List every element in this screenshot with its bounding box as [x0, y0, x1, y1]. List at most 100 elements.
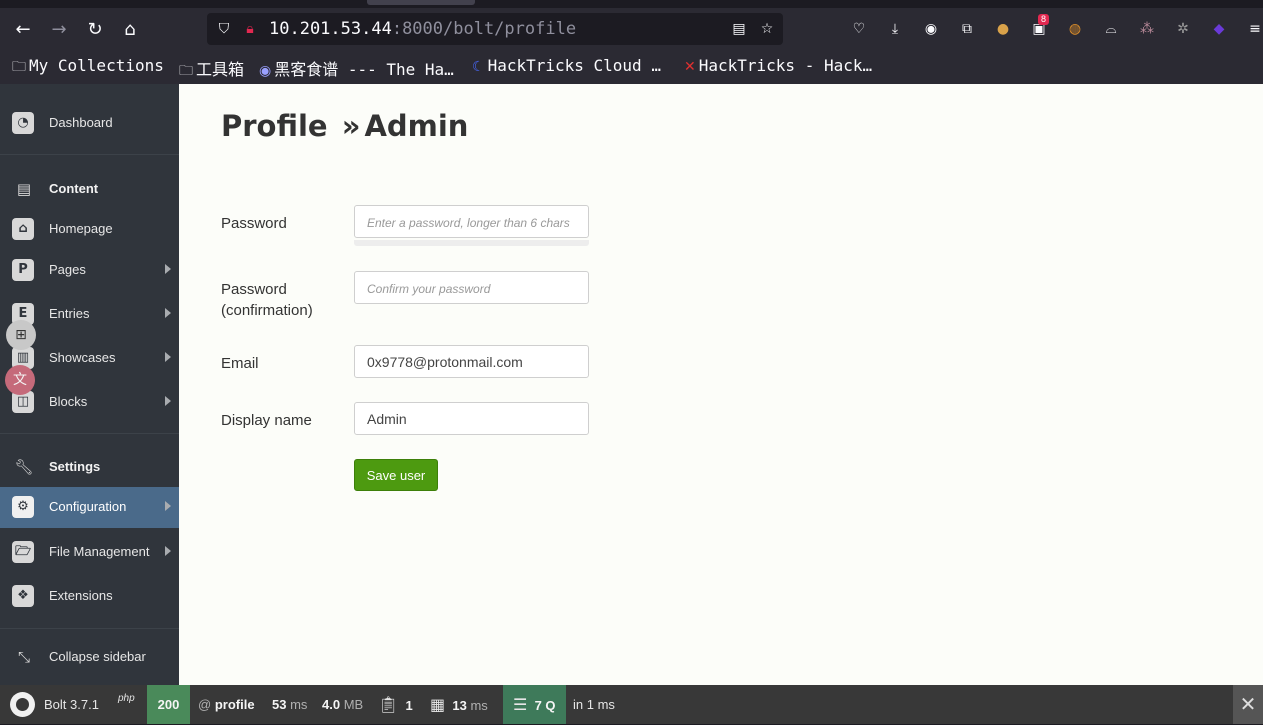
sidebar-item-extensions[interactable]: ❖ Extensions [0, 576, 179, 616]
document-icon: ▤ [16, 180, 32, 198]
sidebar-item-label: Content [49, 181, 99, 196]
email-field[interactable] [354, 345, 589, 378]
folder-icon: 🗀 [12, 59, 26, 75]
close-icon[interactable]: ✕ [1233, 685, 1263, 724]
bookmark-star-icon[interactable]: ☆ [758, 20, 776, 38]
translate-icon[interactable]: 文 [5, 365, 35, 395]
reload-icon[interactable]: ↻ [83, 18, 107, 42]
bookmark-item[interactable]: ◉ 黑客食谱 --- The Ha… [259, 56, 454, 80]
extension-cube-icon[interactable]: ◆ [1209, 19, 1229, 39]
caret-right-icon[interactable] [165, 396, 171, 406]
password-label: Password [221, 215, 287, 232]
cogs-icon: ⚙ [12, 496, 34, 518]
extension-wappalyzer-icon[interactable]: ◍ [1065, 19, 1085, 39]
caret-right-icon[interactable] [165, 352, 171, 362]
password-confirm-label: Password (confirmation) [221, 281, 313, 319]
active-tab[interactable] [367, 0, 475, 5]
caret-right-icon[interactable] [165, 501, 171, 511]
password-confirm-field[interactable] [354, 271, 589, 304]
home-icon[interactable]: ⌂ [118, 18, 142, 42]
extensions-icon[interactable]: ⧉ [957, 19, 977, 39]
sidebar-item-label: File Management [49, 544, 150, 559]
bookmark-item[interactable]: ✕ HackTricks - Hack… [684, 56, 872, 75]
debug-toolbar: Bolt 3.7.1 php 200 @ profile 53 ms 4.0 M… [0, 685, 1263, 724]
reader-view-icon[interactable]: ▤ [730, 20, 748, 38]
page-title: Profile » Admin [221, 109, 469, 143]
bookmark-item[interactable]: 🗀 My Collections [12, 56, 164, 80]
quick-actions-icon[interactable]: ⊞ [6, 320, 36, 350]
browser-toolbar: ← → ↻ ⌂ ⛉ 🔒︎ 10.201.53.44:8000/bolt/prof… [0, 0, 1263, 84]
sidebar-item-collapse[interactable]: ⤡ Collapse sidebar [0, 637, 179, 677]
url-text[interactable]: 10.201.53.44:8000/bolt/profile [269, 19, 576, 39]
php-icon[interactable]: php [118, 679, 135, 718]
sidebar-item-pages[interactable]: P Pages [0, 250, 179, 290]
render-panel[interactable]: ▦ 13 ms [430, 685, 488, 724]
cubes-icon: ❖ [12, 585, 34, 607]
shield-icon[interactable]: ⛉ [215, 20, 233, 38]
sidebar-item-label: Showcases [49, 350, 116, 365]
caret-right-icon[interactable] [165, 264, 171, 274]
forward-icon[interactable]: → [47, 18, 71, 42]
folder-open-icon: 🗁 [12, 541, 34, 563]
sidebar-item-label: Configuration [49, 499, 127, 514]
display-name-field[interactable] [354, 402, 589, 435]
save-user-button[interactable]: Save user [354, 459, 438, 491]
status-badge[interactable]: 200 [147, 685, 190, 724]
query-time: in 1 ms [573, 697, 615, 712]
divider [0, 628, 179, 629]
sidebar-item-label: Entries [49, 306, 90, 321]
sidebar-item-settings[interactable]: 🔧︎ Settings [0, 447, 179, 487]
password-field[interactable] [354, 205, 589, 238]
site-icon: ◉ [259, 63, 272, 79]
sidebar-item-dashboard[interactable]: ◔ Dashboard [0, 103, 179, 143]
divider [0, 433, 179, 434]
extension-bubbles-icon[interactable]: ⁂ [1137, 19, 1157, 39]
sidebar-item-configuration[interactable]: ⚙ Configuration [0, 487, 179, 528]
clipboard-icon: 📋︎ [378, 695, 399, 714]
sidebar-item-label: Collapse sidebar [49, 649, 146, 664]
sidebar-item-label: Settings [49, 459, 101, 474]
wrench-icon: 🔧︎ [14, 458, 34, 476]
account-icon[interactable]: ◉ [921, 19, 941, 39]
caret-right-icon[interactable] [165, 546, 171, 556]
sidebar-item-label: Homepage [49, 221, 113, 236]
bookmark-item[interactable]: ☾ HackTricks Cloud … [472, 56, 661, 75]
cookie-icon[interactable]: ● [993, 19, 1013, 39]
bolt-version[interactable]: Bolt 3.7.1 [44, 685, 99, 724]
sidebar-item-content[interactable]: ▤ Content [0, 169, 179, 209]
menu-icon[interactable]: ≡ [1245, 19, 1263, 39]
download-icon[interactable]: ⤓ [885, 19, 905, 39]
url-bar[interactable]: ⛉ 🔒︎ 10.201.53.44:8000/bolt/profile ▤ ☆ [207, 13, 783, 45]
caret-right-icon[interactable] [165, 308, 171, 318]
sidebar-item-label: Pages [49, 262, 86, 277]
sidebar-item-label: Blocks [49, 394, 88, 409]
tab-strip [0, 0, 1263, 8]
main-content: Profile » Admin Password Password (confirm… [179, 84, 1263, 685]
extension-bug-icon[interactable]: ✲ [1173, 19, 1193, 39]
memory-panel[interactable]: 4.0 MB [322, 685, 363, 724]
insecure-lock-icon[interactable]: 🔒︎ [241, 20, 259, 38]
route-panel[interactable]: @ profile [198, 685, 255, 724]
sidebar-item-file-management[interactable]: 🗁 File Management [0, 532, 179, 572]
layout-icon: ▦ [430, 695, 446, 714]
bookmark-item[interactable]: 🗀 工具箱 [179, 56, 244, 84]
hacktricks-icon: ✕ [684, 59, 696, 75]
bookmarks-bar: 🗀 My Collections 🗀 工具箱 ◉ 黑客食谱 --- The Ha… ☾… [0, 54, 1263, 80]
templates-panel[interactable]: 📋︎ 1 [378, 685, 413, 724]
email-label: Email [221, 355, 259, 372]
collapse-icon: ⤡ [17, 648, 30, 666]
sidebar-item-label: Dashboard [49, 115, 113, 130]
hacktricks-cloud-icon: ☾ [472, 59, 485, 75]
back-icon[interactable]: ← [11, 18, 35, 42]
pocket-icon[interactable]: ♡ [849, 19, 869, 39]
bolt-logo-icon[interactable] [10, 692, 35, 717]
sidebar-item-homepage[interactable]: ⌂ Homepage [0, 209, 179, 249]
pages-icon: P [12, 259, 34, 281]
extension-hat-icon[interactable]: ⌓ [1101, 19, 1121, 39]
notification-badge: 8 [1038, 14, 1050, 25]
database-icon: ☰ [513, 695, 528, 714]
time-panel[interactable]: 53 ms [272, 685, 307, 724]
database-panel[interactable]: ☰ 7 Q [503, 685, 566, 724]
password-strength-meter [354, 240, 589, 246]
folder-icon: 🗀 [179, 63, 193, 79]
